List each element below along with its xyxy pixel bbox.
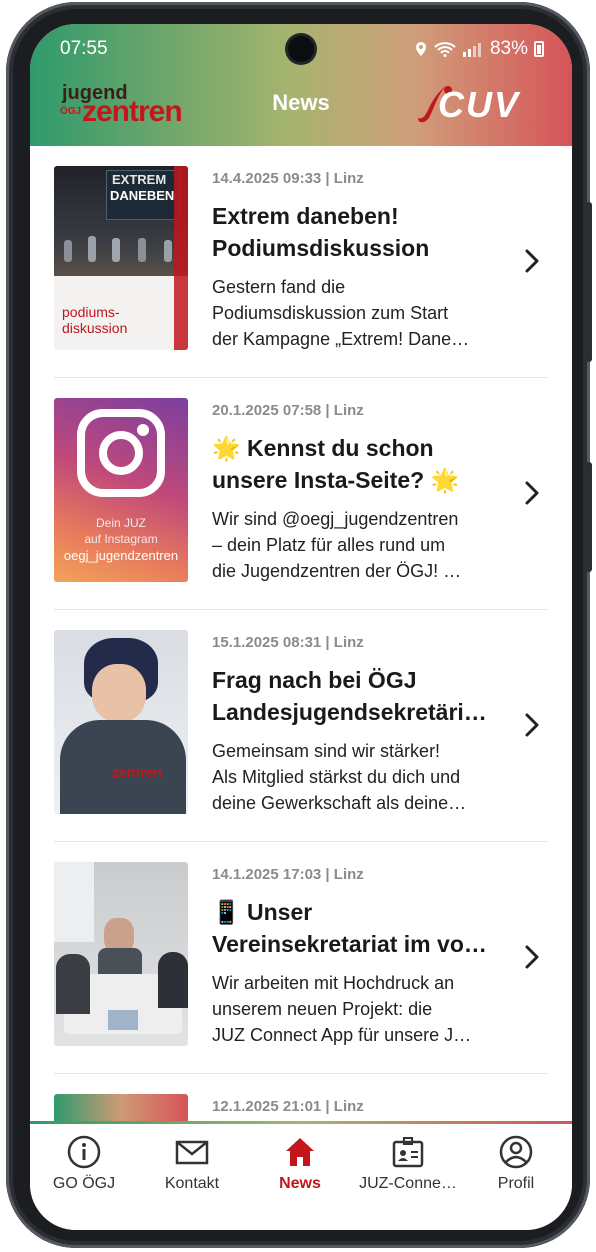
- news-excerpt: Gestern fand die Podiumsdiskussion zum S…: [212, 274, 514, 352]
- news-excerpt-line: Als Mitglied stärkst du dich und: [212, 767, 461, 787]
- battery-percent: 83%: [489, 38, 528, 59]
- mail-icon: [175, 1140, 209, 1165]
- chevron-right-icon[interactable]: [522, 248, 542, 274]
- thumb-label-2: diskussion: [62, 320, 128, 336]
- id-card-icon: [392, 1137, 424, 1168]
- chevron-right-icon[interactable]: [522, 944, 542, 970]
- news-excerpt: Gemeinsam sind wir stärker! Als Mitglied…: [212, 738, 514, 816]
- tab-label: Profil: [497, 1175, 535, 1192]
- news-title: 📱 Unser Vereinsekretariat im vo…: [212, 896, 512, 960]
- power-button: [586, 462, 592, 572]
- news-excerpt-line: Gestern fand die: [212, 277, 346, 297]
- signal-icon: [462, 43, 481, 57]
- chevron-right-icon[interactable]: [522, 480, 542, 506]
- volume-button: [586, 202, 592, 362]
- cuv-logo-text: CUV: [438, 84, 521, 125]
- news-title-line: Podiumsdiskussion: [212, 235, 430, 261]
- home-icon: [286, 1138, 314, 1166]
- news-item[interactable]: zentren 15.1.2025 08:31 | Linz Frag nach…: [30, 610, 572, 842]
- profile-icon: [499, 1135, 533, 1169]
- bottom-tab-bar: GO ÖGJ Kontakt News JUZ-Conne… Profil: [30, 1121, 572, 1201]
- news-excerpt-line: JUZ Connect App für unsere J…: [212, 1025, 472, 1045]
- tab-kontakt[interactable]: Kontakt: [138, 1135, 246, 1195]
- app-header: 07:55 83% jugend ÖGJ zentren News CUV: [30, 24, 572, 146]
- tab-label: Kontakt: [164, 1175, 220, 1192]
- news-thumbnail: EXTREM DANEBEN podiums- diskussion: [54, 166, 188, 350]
- news-title: Frag nach bei ÖGJ Landesjugendsekretäri…: [212, 664, 512, 728]
- tab-label: JUZ-Conne…: [359, 1175, 457, 1192]
- news-title-line: 📱 Unser: [212, 899, 313, 925]
- news-item[interactable]: 14.1.2025 17:03 | Linz 📱 Unser Vereinsek…: [30, 842, 572, 1074]
- news-title-line: 🌟 Kennst du schon: [212, 435, 434, 461]
- news-excerpt-line: Gemeinsam sind wir stärker!: [212, 741, 441, 761]
- news-excerpt-line: der Kampagne „Extrem! Dane…: [212, 329, 470, 349]
- chevron-right-icon[interactable]: [522, 712, 542, 738]
- news-title-line: Frag nach bei ÖGJ: [212, 667, 417, 693]
- news-date-location: 12.1.2025 21:01 | Linz: [212, 1098, 364, 1115]
- tabbar-accent-line: [30, 1121, 572, 1124]
- news-title-line: unsere Insta-Seite? 🌟: [212, 467, 460, 493]
- wifi-icon: [434, 42, 456, 57]
- tab-profil[interactable]: Profil: [462, 1135, 570, 1195]
- thumb-caption-1: Dein JUZ: [95, 516, 146, 530]
- tab-juz-connect[interactable]: JUZ-Conne…: [354, 1135, 462, 1195]
- cuv-logo: CUV: [416, 80, 548, 128]
- news-item[interactable]: EXTREM DANEBEN podiums- diskussion 14.4.…: [30, 146, 572, 378]
- battery-icon: [534, 41, 544, 57]
- news-date-location: 20.1.2025 07:58 | Linz: [212, 402, 364, 419]
- app-screen: 07:55 83% jugend ÖGJ zentren News CUV EX…: [30, 24, 572, 1230]
- thumb-headline-1: EXTREM: [112, 172, 167, 187]
- status-icons: 83%: [414, 38, 544, 60]
- news-title: 🌟 Kennst du schon unsere Insta-Seite? 🌟: [212, 432, 512, 496]
- news-thumbnail: [54, 862, 188, 1046]
- tab-go-oegj[interactable]: GO ÖGJ: [30, 1135, 138, 1195]
- news-list[interactable]: EXTREM DANEBEN podiums- diskussion 14.4.…: [30, 146, 572, 1121]
- tab-label: GO ÖGJ: [52, 1175, 116, 1192]
- news-date-location: 14.1.2025 17:03 | Linz: [212, 866, 364, 883]
- news-date-location: 14.4.2025 09:33 | Linz: [212, 170, 364, 187]
- location-icon: [415, 42, 426, 56]
- news-excerpt-line: Wir arbeiten mit Hochdruck an: [212, 973, 455, 993]
- news-excerpt: Wir arbeiten mit Hochdruck an unserem ne…: [212, 970, 514, 1048]
- phone-frame: 07:55 83% jugend ÖGJ zentren News CUV EX…: [6, 2, 592, 1248]
- news-excerpt: Wir sind @oegj_jugendzentren – dein Plat…: [212, 506, 514, 584]
- thumb-headline-2: DANEBEN: [110, 188, 175, 203]
- status-time: 07:55: [60, 38, 108, 59]
- news-item[interactable]: 12.1.2025 21:01 | Linz: [30, 1074, 572, 1121]
- status-bar: 07:55 83%: [30, 24, 572, 72]
- system-nav-bar: [30, 1201, 572, 1230]
- thumb-label-1: podiums-: [62, 304, 120, 320]
- tab-label: News: [279, 1175, 321, 1192]
- news-item[interactable]: Dein JUZ auf Instagram oegj_jugendzentre…: [30, 378, 572, 610]
- news-thumbnail: [54, 1094, 188, 1121]
- instagram-icon: [77, 409, 165, 497]
- front-camera: [288, 36, 314, 62]
- news-thumbnail: Dein JUZ auf Instagram oegj_jugendzentre…: [54, 398, 188, 582]
- thumb-caption-3: oegj_jugendzentren: [63, 548, 179, 563]
- news-excerpt-line: unserem neuen Projekt: die: [212, 999, 433, 1019]
- news-excerpt-line: die Jugendzentren der ÖGJ! …: [212, 561, 462, 581]
- info-icon: [67, 1135, 101, 1169]
- thumb-caption-2: auf Instagram: [84, 532, 158, 546]
- news-excerpt-line: deine Gewerkschaft als deine…: [212, 793, 467, 813]
- news-title-line: Vereinsekretariat im vo…: [212, 931, 487, 957]
- tab-news[interactable]: News: [246, 1135, 354, 1195]
- news-title: Extrem daneben! Podiumsdiskussion: [212, 200, 512, 264]
- news-title-line: Landesjugendsekretäri…: [212, 699, 487, 725]
- news-excerpt-line: – dein Platz für alles rund um: [212, 535, 446, 555]
- news-thumbnail: zentren: [54, 630, 188, 814]
- news-excerpt-line: Podiumsdiskussion zum Start: [212, 303, 449, 323]
- news-title-line: Extrem daneben!: [212, 203, 399, 229]
- news-excerpt-line: Wir sind @oegj_jugendzentren: [212, 509, 459, 529]
- news-date-location: 15.1.2025 08:31 | Linz: [212, 634, 364, 651]
